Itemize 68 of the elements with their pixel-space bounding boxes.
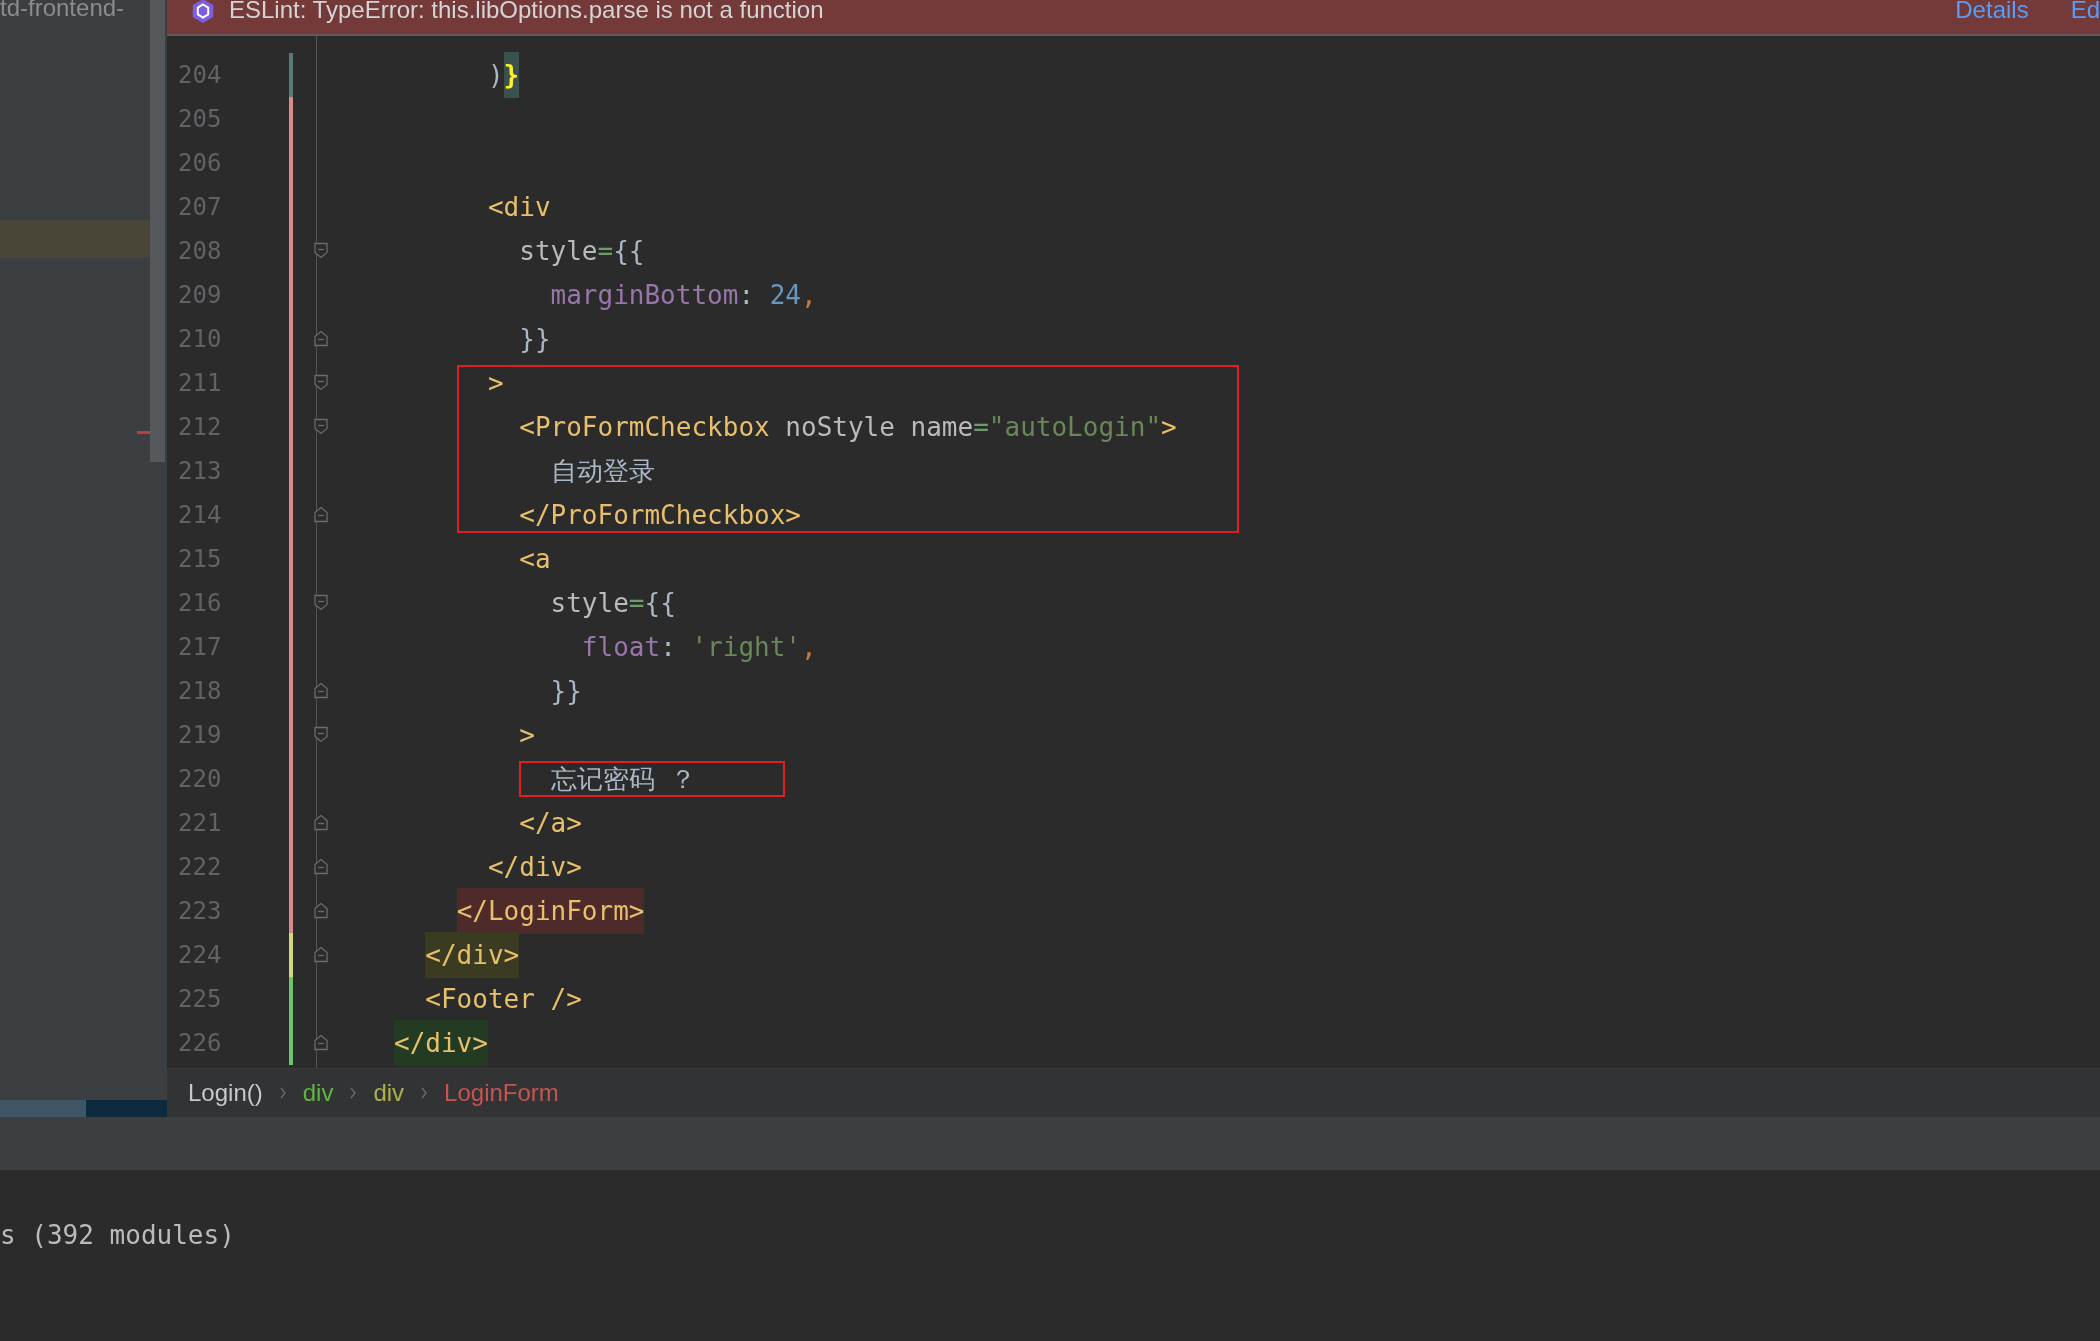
code-line: <Footer /> — [425, 983, 582, 1016]
banner-link[interactable]: Details — [1955, 0, 2029, 24]
code-line: <ProFormCheckbox noStyle name="autoLogin"> — [519, 411, 1177, 444]
code-line: }} — [550, 675, 582, 708]
scrollbar-thumb[interactable] — [0, 1100, 86, 1117]
code-line: </div> — [487, 851, 582, 884]
code-line: <div — [487, 191, 551, 224]
line-number: 219 — [177, 721, 223, 749]
chevron-icon — [278, 1086, 287, 1100]
code-line: style={{ — [550, 587, 676, 620]
line-number: 218 — [177, 677, 223, 705]
fold-marker-icon[interactable] — [314, 726, 328, 743]
banner-link[interactable]: Ed — [2070, 0, 2100, 24]
line-number: 214 — [177, 501, 223, 529]
line-number: 208 — [177, 237, 223, 265]
line-number: 222 — [177, 853, 223, 881]
line-number: 211 — [177, 369, 223, 397]
line-number: 216 — [177, 589, 223, 617]
breadcrumb-item[interactable]: div — [302, 1079, 334, 1107]
fold-marker-icon[interactable] — [314, 330, 328, 347]
terminal-output: s (392 modules) — [0, 1220, 235, 1250]
code-line: > — [487, 367, 504, 400]
code-line: <a — [519, 543, 551, 576]
line-number: 221 — [177, 809, 223, 837]
fold-marker-icon[interactable] — [314, 814, 328, 831]
fold-marker-icon[interactable] — [314, 594, 328, 611]
error-message: ESLint: TypeError: this.libOptions.parse is not a function — [229, 0, 824, 24]
line-number: 226 — [177, 1029, 223, 1057]
line-number: 212 — [177, 413, 223, 441]
fold-marker-icon[interactable] — [314, 902, 328, 919]
code-line: float: 'right', — [581, 631, 817, 664]
line-number: 205 — [177, 105, 223, 133]
fold-marker-icon[interactable] — [314, 946, 328, 963]
line-number: 217 — [177, 633, 223, 661]
fold-marker-icon[interactable] — [314, 1034, 328, 1051]
code-line: </ProFormCheckbox> — [519, 499, 801, 532]
fold-marker-icon[interactable] — [314, 858, 328, 875]
error-marker — [137, 431, 150, 434]
breadcrumb-item[interactable]: Login() — [188, 1079, 263, 1107]
chevron-icon — [420, 1086, 429, 1100]
eslint-hexagon-icon — [190, 0, 216, 24]
code-line: 自动登录 — [550, 454, 655, 488]
fold-marker-icon[interactable] — [314, 242, 328, 259]
line-number: 206 — [177, 149, 223, 177]
line-number: 209 — [177, 281, 223, 309]
fold-marker-icon[interactable] — [314, 506, 328, 523]
line-number: 225 — [177, 985, 223, 1013]
line-number: 215 — [177, 545, 223, 573]
line-number: 220 — [177, 765, 223, 793]
code-line: marginBottom: 24, — [550, 279, 817, 312]
line-number: 204 — [177, 61, 223, 89]
chevron-icon — [349, 1086, 358, 1100]
line-number: 213 — [177, 457, 223, 485]
fold-marker-icon[interactable] — [314, 418, 328, 435]
line-number: 223 — [177, 897, 223, 925]
line-number: 224 — [177, 941, 223, 969]
code-line: > — [519, 719, 535, 752]
code-line: style={{ — [519, 235, 645, 268]
code-line: </a> — [519, 807, 582, 840]
breadcrumb-item[interactable]: LoginForm — [444, 1079, 559, 1107]
code-line: 忘记密码 ？ — [550, 762, 697, 796]
line-number: 207 — [177, 193, 223, 221]
scrollbar-thumb[interactable] — [150, 0, 165, 462]
line-number: 210 — [177, 325, 223, 353]
breadcrumb-item[interactable]: div — [373, 1079, 405, 1107]
code-line: }} — [519, 323, 551, 356]
fold-marker-icon[interactable] — [314, 374, 328, 391]
fold-marker-icon[interactable] — [314, 682, 328, 699]
